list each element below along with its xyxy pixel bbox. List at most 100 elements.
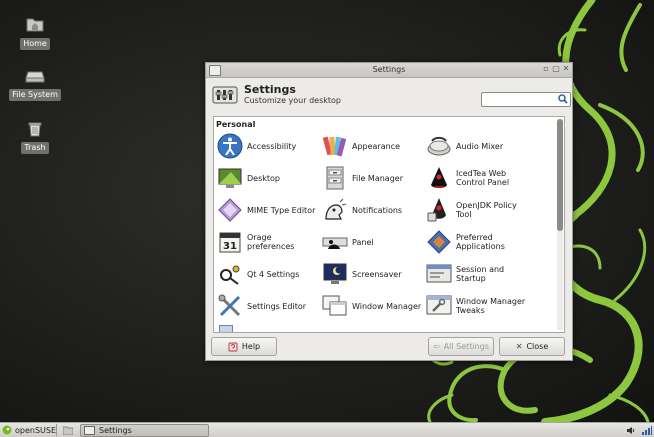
trash-icon — [28, 122, 42, 137]
separator — [56, 424, 57, 436]
settings-item-accessibility[interactable]: Accessibility — [217, 133, 321, 163]
settings-editor-icon — [218, 294, 241, 317]
settings-item-qt4-settings[interactable]: Qt 4 Settings — [217, 261, 321, 291]
item-label: Window Manager Tweaks — [456, 297, 526, 315]
audio-mixer-icon — [427, 136, 451, 156]
item-label: Appearance — [352, 141, 401, 151]
item-label: Desktop — [247, 173, 280, 183]
show-desktop-button[interactable] — [63, 424, 73, 436]
close-button[interactable]: ✕ Close — [499, 337, 565, 356]
settings-item-settings-editor[interactable]: Settings Editor — [217, 293, 321, 323]
settings-manager-icon — [212, 86, 238, 104]
desktop-icon-label: Trash — [21, 142, 49, 154]
settings-window: Settings ▫ ▢ ✕ Settings Customize your d… — [205, 62, 573, 361]
page-title: Settings — [244, 83, 296, 96]
item-label: MIME Type Editor — [247, 205, 316, 215]
desktop-icon-trash[interactable]: Trash — [5, 120, 65, 154]
settings-item-session-startup[interactable]: Session and Startup — [426, 261, 530, 291]
file-manager-icon — [326, 166, 344, 190]
help-button[interactable]: Help — [211, 337, 277, 356]
accessibility-icon — [217, 133, 243, 159]
appearance-icon — [322, 136, 347, 157]
window-title: Settings — [372, 65, 406, 74]
item-label: Qt 4 Settings — [247, 269, 300, 279]
qt-settings-icon — [220, 265, 240, 285]
item-label: Panel — [352, 237, 374, 247]
settings-item-desktop[interactable]: Desktop — [217, 165, 321, 195]
mime-type-icon — [218, 198, 242, 222]
preferred-apps-icon — [427, 230, 451, 254]
window-manager-icon — [322, 295, 347, 316]
item-label: OpenJDK Policy Tool — [456, 201, 517, 219]
scrollbar-thumb[interactable] — [557, 119, 563, 231]
desktop-icon-label: Home — [20, 38, 50, 50]
task-label: Settings — [99, 426, 132, 435]
volume-icon[interactable] — [626, 424, 635, 436]
settings-item-orage-preferences[interactable]: 31 Orage preferences — [217, 229, 321, 259]
item-label: Accessibility — [247, 141, 297, 151]
item-label: IcedTea Web Control Panel — [456, 169, 510, 187]
help-button-label: Help — [241, 342, 261, 351]
screensaver-icon — [323, 263, 347, 284]
desktop-icon-label: File System — [9, 89, 61, 101]
search-icon[interactable] — [558, 94, 568, 104]
menu-label: openSUSE — [15, 425, 57, 435]
settings-header: Settings Customize your desktop — [212, 83, 571, 111]
settings-item-panel[interactable]: Panel — [322, 229, 426, 259]
calendar-icon: 31 — [219, 232, 241, 253]
desktop-icon-home[interactable]: Home — [5, 14, 65, 50]
task-app-icon — [84, 426, 95, 435]
settings-item-openjdk-policy-tool[interactable]: OpenJDK Policy Tool — [426, 197, 530, 227]
settings-item-file-manager[interactable]: File Manager — [322, 165, 426, 195]
settings-item-window-manager-tweaks[interactable]: Window Manager Tweaks — [426, 293, 530, 323]
notifications-icon — [325, 198, 347, 220]
item-label: Screensaver — [352, 269, 402, 279]
page-subtitle: Customize your desktop — [244, 96, 341, 105]
all-settings-label: All Settings — [443, 342, 489, 351]
settings-item-audio-mixer[interactable]: Audio Mixer — [426, 133, 530, 163]
partially-hidden-item[interactable] — [219, 325, 233, 332]
taskbar-task-settings[interactable]: Settings — [80, 424, 209, 437]
icedtea-icon — [431, 167, 447, 188]
help-icon — [228, 342, 238, 351]
window-titlebar[interactable]: Settings ▫ ▢ ✕ — [206, 63, 572, 78]
category-heading: Personal — [216, 120, 256, 129]
item-label: Audio Mixer — [456, 141, 504, 151]
settings-item-icedtea[interactable]: IcedTea Web Control Panel — [426, 165, 530, 195]
desktop-icon — [218, 168, 242, 188]
network-signal-icon[interactable] — [642, 424, 652, 436]
application-menu-button[interactable]: openSUSE — [2, 424, 56, 436]
settings-item-mime-type-editor[interactable]: MIME Type Editor — [217, 197, 321, 227]
close-button-label: Close — [526, 342, 549, 351]
settings-item-preferred-applications[interactable]: Preferred Applications — [426, 229, 530, 259]
panel-icon — [322, 237, 348, 249]
taskbar: openSUSE Settings — [0, 422, 654, 437]
settings-list: Personal Accessibility Appearance Audio … — [213, 116, 565, 333]
all-settings-button[interactable]: ⇦ All Settings — [428, 337, 494, 356]
home-folder-icon — [26, 18, 44, 32]
close-window-icon[interactable]: ✕ — [562, 65, 570, 73]
item-label: Settings Editor — [247, 301, 307, 311]
item-label: Preferred Applications — [456, 233, 505, 251]
folder-icon — [63, 426, 73, 435]
item-label: Notifications — [352, 205, 403, 215]
maximize-icon[interactable]: ▢ — [552, 65, 560, 73]
settings-item-notifications[interactable]: Notifications — [322, 197, 426, 227]
wm-tweaks-icon — [426, 295, 452, 315]
opensuse-logo-icon — [2, 425, 12, 435]
drive-icon — [25, 71, 45, 83]
close-icon: ✕ — [515, 342, 523, 351]
session-icon — [426, 264, 452, 283]
desktop-icon-file-system[interactable]: File System — [5, 67, 65, 101]
item-label: Orage preferences — [247, 233, 295, 251]
item-label: Window Manager — [352, 301, 422, 311]
svg-text:31: 31 — [223, 241, 237, 252]
vertical-scrollbar[interactable] — [557, 119, 563, 330]
settings-item-appearance[interactable]: Appearance — [322, 133, 426, 163]
minimize-icon[interactable]: ▫ — [542, 65, 550, 73]
item-label: File Manager — [352, 173, 403, 183]
back-arrow-icon: ⇦ — [433, 342, 440, 351]
settings-item-screensaver[interactable]: Screensaver — [322, 261, 426, 291]
search-input[interactable] — [481, 92, 571, 107]
settings-item-window-manager[interactable]: Window Manager — [322, 293, 426, 323]
